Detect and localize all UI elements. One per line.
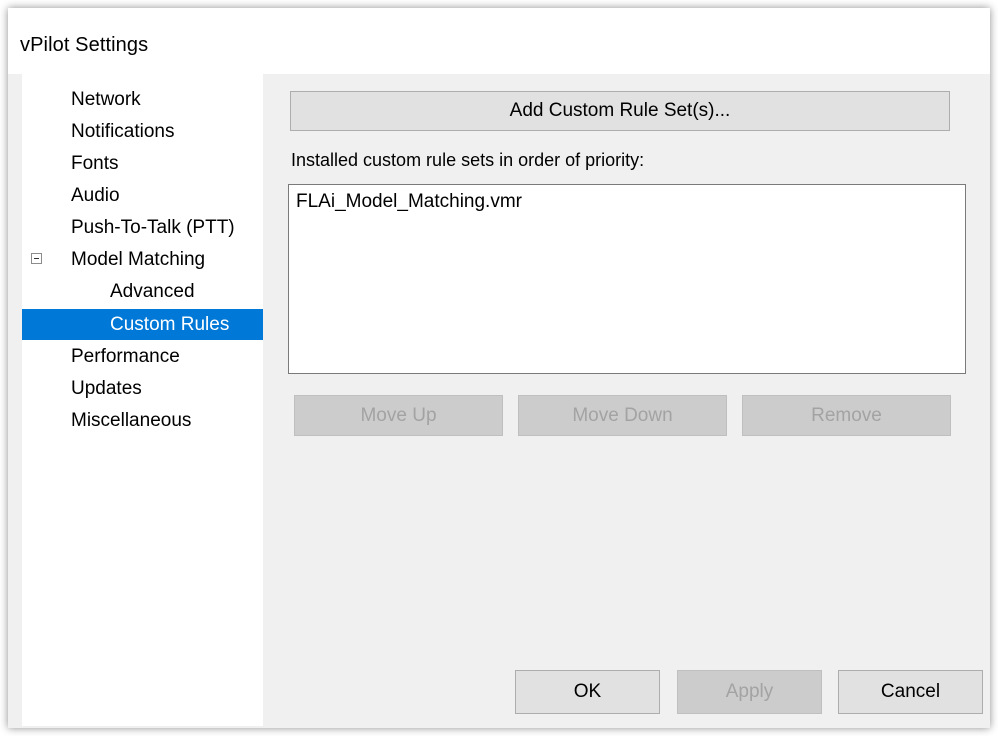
nav-item-advanced[interactable]: Advanced bbox=[22, 276, 263, 307]
cancel-button[interactable]: Cancel bbox=[838, 670, 983, 714]
nav-item-label: Push-To-Talk (PTT) bbox=[71, 217, 235, 238]
collapse-icon[interactable] bbox=[31, 253, 42, 264]
rule-sets-listbox[interactable]: FLAi_Model_Matching.vmr bbox=[288, 184, 966, 374]
nav-item-custom-rules[interactable]: Custom Rules bbox=[22, 309, 263, 340]
nav-item-fonts[interactable]: Fonts bbox=[22, 148, 263, 179]
nav-item-label: Model Matching bbox=[71, 249, 206, 270]
nav-item-performance[interactable]: Performance bbox=[22, 341, 263, 372]
nav-item-label: Network bbox=[71, 89, 141, 110]
nav-item-notifications[interactable]: Notifications bbox=[22, 116, 263, 147]
nav-item-network[interactable]: Network bbox=[22, 84, 263, 115]
remove-button[interactable]: Remove bbox=[742, 395, 951, 436]
nav-item-label: Audio bbox=[71, 185, 120, 206]
nav-item-push-to-talk[interactable]: Push-To-Talk (PTT) bbox=[22, 212, 263, 243]
nav-item-audio[interactable]: Audio bbox=[22, 180, 263, 211]
ok-button[interactable]: OK bbox=[515, 670, 660, 714]
nav-item-label: Fonts bbox=[71, 153, 119, 174]
nav-item-miscellaneous[interactable]: Miscellaneous bbox=[22, 405, 263, 436]
nav-item-label: Custom Rules bbox=[110, 314, 230, 335]
nav-item-label: Miscellaneous bbox=[71, 410, 192, 431]
window-title: vPilot Settings bbox=[20, 34, 149, 56]
nav-item-label: Advanced bbox=[110, 281, 195, 302]
apply-button[interactable]: Apply bbox=[677, 670, 822, 714]
nav-item-label: Updates bbox=[71, 378, 142, 399]
nav-item-model-matching[interactable]: Model Matching bbox=[22, 244, 263, 275]
move-down-button[interactable]: Move Down bbox=[518, 395, 727, 436]
nav-item-label: Performance bbox=[71, 346, 180, 367]
settings-window: vPilot Settings Network Notifications Fo… bbox=[8, 8, 990, 728]
rule-sets-list-label: Installed custom rule sets in order of p… bbox=[291, 150, 645, 170]
move-up-button[interactable]: Move Up bbox=[294, 395, 503, 436]
add-custom-rule-set-button[interactable]: Add Custom Rule Set(s)... bbox=[290, 91, 950, 131]
settings-nav-tree[interactable]: Network Notifications Fonts Audio Push-T… bbox=[22, 74, 263, 726]
list-item[interactable]: FLAi_Model_Matching.vmr bbox=[296, 191, 522, 213]
nav-item-label: Notifications bbox=[71, 121, 175, 142]
nav-item-updates[interactable]: Updates bbox=[22, 373, 263, 404]
title-bar[interactable]: vPilot Settings bbox=[8, 8, 990, 74]
